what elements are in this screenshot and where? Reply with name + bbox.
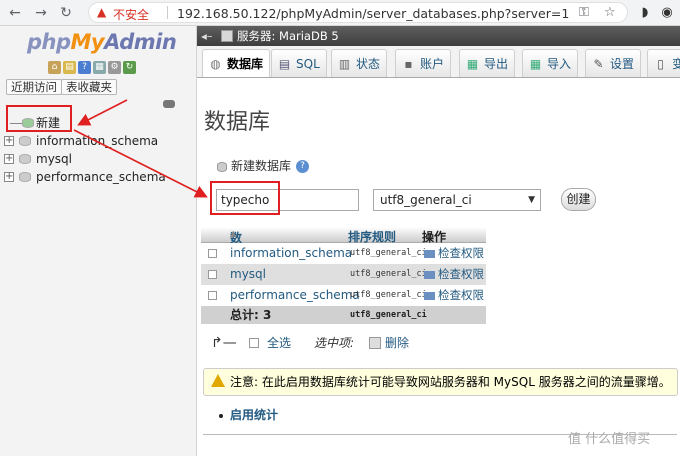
watermark: 值 什么值得买 — [568, 432, 651, 447]
screen: ← → ↻ ▲ 不安全 192.168.50.122/phpMyAdmin/se… — [0, 0, 680, 456]
annotation-arrows — [73, 99, 208, 198]
arrow-line — [73, 129, 208, 198]
arrow-line — [77, 99, 128, 126]
